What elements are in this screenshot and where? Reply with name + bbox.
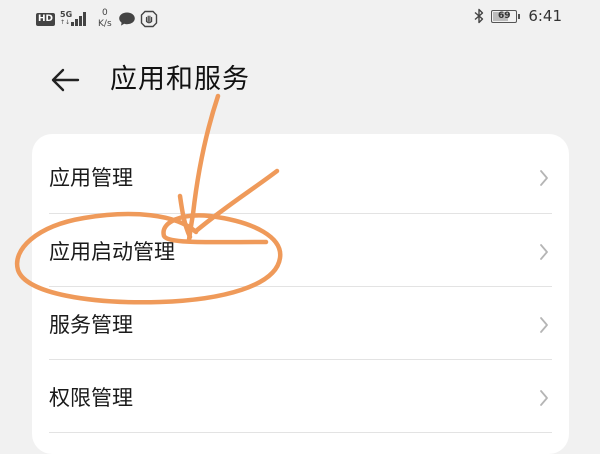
network-speed: 0 K/s — [98, 8, 112, 30]
status-bar-right: 69 6:41 — [473, 7, 562, 25]
back-arrow-icon — [51, 68, 80, 92]
battery-level-text: 69 — [498, 10, 511, 21]
list-item-label: 应用管理 — [49, 166, 133, 190]
chevron-right-icon — [540, 317, 548, 333]
status-clock: 6:41 — [528, 7, 562, 25]
message-icon — [118, 12, 135, 26]
battery-tip — [518, 13, 521, 19]
hd-voice-badge: HD — [36, 12, 56, 26]
status-bar: HD 5G ↑↓ 0 K/s 69 6:41 — [0, 0, 600, 36]
chevron-right-icon — [540, 170, 548, 186]
list-divider — [49, 432, 552, 433]
title-bar: 应用和服务 — [0, 52, 600, 108]
bluetooth-icon — [474, 8, 484, 24]
list-item-permission-management[interactable]: 权限管理 — [32, 359, 569, 432]
page-title: 应用和服务 — [110, 64, 250, 95]
chevron-right-icon — [540, 390, 548, 406]
list-item-label: 权限管理 — [49, 386, 133, 410]
network-indicator: 5G ↑↓ — [60, 10, 90, 28]
settings-card: 应用管理 应用启动管理 服务管理 权限管理 — [32, 134, 569, 454]
list-item-service-management[interactable]: 服务管理 — [32, 286, 569, 359]
chevron-right-icon — [540, 244, 548, 260]
network-speed-unit: K/s — [98, 19, 112, 29]
status-bar-left: HD 5G ↑↓ 0 K/s — [36, 8, 158, 30]
battery-indicator: 69 — [491, 9, 521, 23]
list-item-label: 应用启动管理 — [49, 240, 175, 264]
signal-strength-icon — [71, 12, 89, 26]
shield-hand-icon — [140, 10, 157, 28]
battery-body: 69 — [491, 9, 518, 23]
network-speed-value: 0 — [101, 8, 108, 18]
list-item-label: 服务管理 — [49, 313, 133, 337]
data-activity-icon: ↑↓ — [60, 19, 71, 26]
list-item-app-launch-management[interactable]: 应用启动管理 — [32, 213, 569, 286]
back-button[interactable] — [48, 62, 88, 98]
list-item-app-management[interactable]: 应用管理 — [32, 139, 569, 212]
